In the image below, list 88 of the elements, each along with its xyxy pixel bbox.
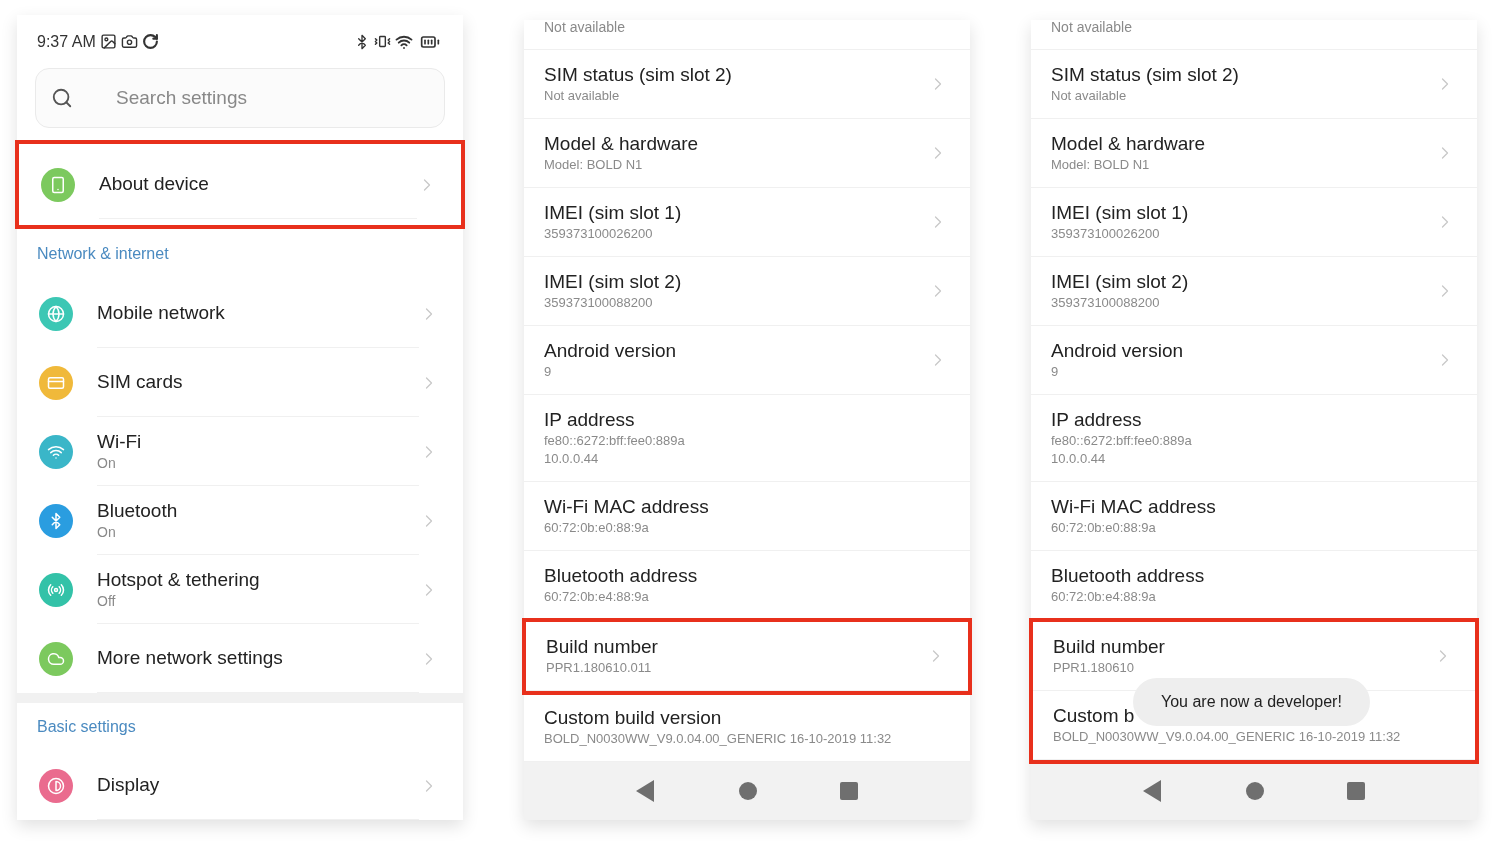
row-title: Build number — [546, 635, 659, 659]
row-title: IP address — [544, 408, 636, 432]
home-button[interactable] — [1246, 782, 1264, 800]
info-row[interactable]: IMEI (sim slot 2) 359373100088200 — [1031, 257, 1477, 326]
row-value: BOLD_N0030WW_V9.0.04.00_GENERIC 16-10-2019 11:32 — [544, 730, 893, 748]
row-title: Bluetooth address — [1051, 564, 1206, 588]
info-row[interactable]: Build number PPR1.180610.011 — [526, 622, 968, 691]
info-row[interactable]: IMEI (sim slot 2) 359373100088200 — [524, 257, 970, 326]
row-value: fe80::6272:bff:fee0:889a — [544, 432, 686, 450]
settings-row[interactable]: Mobile network — [17, 279, 463, 348]
recents-button[interactable] — [1347, 782, 1366, 800]
row-value: 359373100088200 — [1051, 294, 1161, 312]
image-icon — [99, 33, 117, 51]
row-value: Not available — [544, 18, 625, 36]
row-value: 359373100026200 — [1051, 225, 1161, 243]
row-title: Hotspot & tethering — [97, 568, 261, 592]
info-row[interactable]: Model & hardware Model: BOLD N1 — [524, 119, 970, 188]
settings-row[interactable]: Bluetooth On — [17, 486, 463, 555]
row-value: Model: BOLD N1 — [1051, 156, 1151, 174]
back-button[interactable] — [635, 780, 656, 802]
row-title: Wi-Fi MAC address — [544, 495, 710, 519]
recents-button[interactable] — [840, 782, 859, 800]
row-value: 60:72:0b:e4:88:9a — [544, 588, 650, 606]
settings-row[interactable]: Display — [17, 751, 463, 820]
row-title: SIM status (sim slot 2) — [1051, 63, 1240, 87]
search-field[interactable]: Search settings — [35, 68, 445, 129]
row-value: PPR1.180610.011 — [546, 659, 653, 677]
info-row[interactable]: IMEI (sim slot 1) 359373100026200 — [1031, 188, 1477, 257]
search-icon — [51, 87, 73, 110]
row-title: Model & hardware — [544, 132, 700, 156]
row-value: 10.0.0.44 — [1051, 450, 1107, 468]
row-value: 359373100026200 — [544, 225, 654, 243]
row-title: IMEI (sim slot 1) — [1051, 201, 1190, 225]
refresh-icon — [141, 33, 159, 51]
row-title: Wi-Fi MAC address — [1051, 495, 1217, 519]
section-header: Basic settings — [37, 717, 136, 737]
row-title: IMEI (sim slot 2) — [544, 270, 683, 294]
row-subtitle: On — [97, 454, 117, 472]
row-value: 9 — [544, 363, 553, 381]
settings-row[interactable]: Wi-Fi On — [17, 417, 463, 486]
row-value: 10.0.0.44 — [544, 450, 600, 468]
row-subtitle: On — [97, 523, 117, 541]
row-value: Model: BOLD N1 — [544, 156, 644, 174]
row-title: Bluetooth — [97, 499, 179, 523]
back-button[interactable] — [1142, 780, 1163, 802]
row-title: More network settings — [97, 646, 284, 670]
developer-toast: You are now a developer! — [1133, 678, 1370, 726]
info-row[interactable]: SIM status (sim slot 2) Not available — [524, 50, 970, 119]
info-row[interactable]: SIM status (sim slot 2) Not available — [1031, 50, 1477, 119]
settings-row[interactable]: SIM cards — [17, 348, 463, 417]
settings-row[interactable]: About device — [19, 150, 461, 219]
row-value: 9 — [1051, 363, 1060, 381]
row-title: Display — [97, 773, 161, 797]
home-button[interactable] — [739, 782, 757, 800]
row-title: SIM status (sim slot 2) — [544, 63, 733, 87]
row-title: Custom build version — [544, 706, 723, 730]
row-title: Wi-Fi — [97, 430, 143, 454]
row-value: Not available — [1051, 18, 1132, 36]
row-value: 60:72:0b:e4:88:9a — [1051, 588, 1157, 606]
info-row[interactable]: Model & hardware Model: BOLD N1 — [1031, 119, 1477, 188]
row-title: SIM cards — [97, 370, 184, 394]
row-title: About device — [99, 172, 210, 196]
settings-row[interactable]: Hotspot & tethering Off — [17, 555, 463, 624]
row-value: 60:72:0b:e0:88:9a — [1051, 519, 1157, 537]
row-title: IMEI (sim slot 1) — [544, 201, 683, 225]
row-title: Android version — [1051, 339, 1185, 363]
row-title: Mobile network — [97, 301, 226, 325]
row-title: IMEI (sim slot 2) — [1051, 270, 1190, 294]
row-value: Not available — [544, 87, 621, 105]
row-title: Bluetooth address — [544, 564, 699, 588]
row-value: 359373100088200 — [544, 294, 654, 312]
row-value: 60:72:0b:e0:88:9a — [544, 519, 650, 537]
info-row[interactable]: Android version 9 — [524, 326, 970, 395]
row-title: Model & hardware — [1051, 132, 1207, 156]
row-value: PPR1.180610 — [1053, 659, 1135, 677]
row-title: IP address — [1051, 408, 1143, 432]
row-subtitle: Off — [97, 592, 117, 610]
row-title: Custom b — [1053, 704, 1136, 728]
row-title: Build number — [1053, 635, 1166, 659]
info-row[interactable]: IMEI (sim slot 1) 359373100026200 — [524, 188, 970, 257]
status-time: 9:37 AM — [37, 31, 96, 52]
camera-icon — [120, 33, 138, 51]
section-header: Network & internet — [37, 244, 169, 264]
row-title: Android version — [544, 339, 678, 363]
row-value: BOLD_N0030WW_V9.0.04.00_GENERIC 16-10-2019 11:32 — [1053, 728, 1402, 746]
row-value: Not available — [1051, 87, 1128, 105]
info-row[interactable]: Android version 9 — [1031, 326, 1477, 395]
row-value: fe80::6272:bff:fee0:889a — [1051, 432, 1193, 450]
